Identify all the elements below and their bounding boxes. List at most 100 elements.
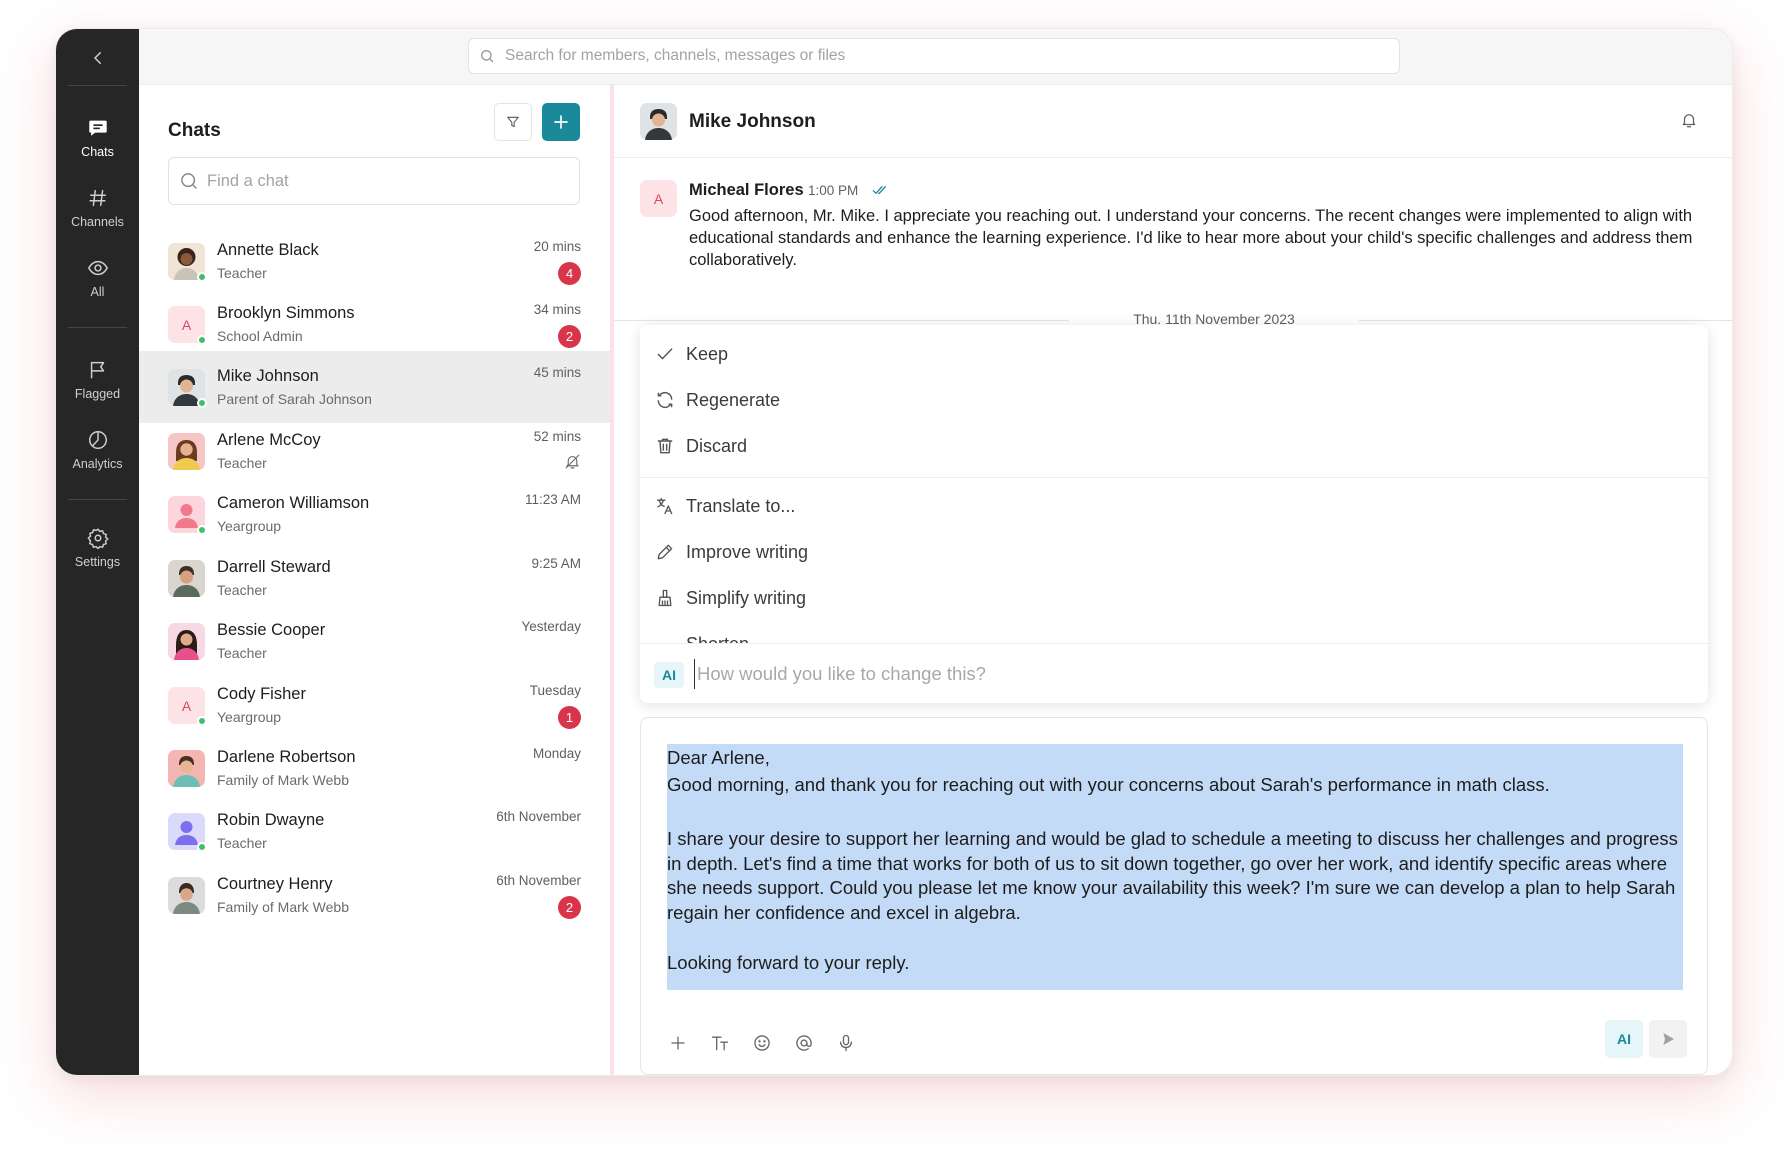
avatar-letter: A — [181, 316, 192, 333]
chat-row-name: Cameron Williamson — [217, 494, 370, 512]
rail-divider — [68, 327, 127, 328]
rail-item-all[interactable]: All — [56, 245, 139, 311]
draft-selection[interactable]: Dear Arlene, Good morning, and thank you… — [667, 744, 1683, 990]
microphone-icon[interactable] — [835, 1032, 857, 1054]
chat-row-time: 11:23 AM — [524, 492, 581, 507]
chat-row[interactable]: A Brooklyn Simmons School Admin 34 mins … — [139, 288, 610, 360]
chat-row-name: Courtney Henry — [217, 875, 333, 893]
rail-item-chats[interactable]: Chats — [56, 105, 139, 171]
chat-row-role: Family of Mark Webb — [217, 772, 349, 788]
chat-row[interactable]: Darlene Robertson Family of Mark Webb Mo… — [139, 732, 610, 804]
chat-row[interactable]: Cameron Williamson Yeargroup 11:23 AM — [139, 478, 610, 550]
double-check-icon — [872, 183, 888, 202]
date-separator-line — [1359, 320, 1732, 321]
draft-line: Looking forward to your reply. — [667, 952, 910, 973]
chat-row-time: 34 mins — [533, 302, 581, 317]
unread-badge: 2 — [558, 325, 581, 348]
chat-row-role: Yeargroup — [217, 709, 282, 725]
online-indicator — [197, 716, 207, 726]
broom-icon — [654, 587, 676, 609]
draft-gap — [667, 798, 1683, 825]
chat-row[interactable]: A Cody Fisher Yeargroup Tuesday 1 — [139, 669, 610, 741]
unread-badge: 4 — [558, 262, 581, 285]
global-search-input[interactable] — [505, 47, 1385, 65]
chevron-left-icon — [93, 51, 101, 64]
translate-icon — [654, 495, 676, 517]
ai-button[interactable]: AI — [1605, 1020, 1643, 1058]
ai-rewrite-menu: Keep Regenerate Discard Translate to... … — [640, 325, 1708, 703]
ai-prompt-input[interactable] — [694, 659, 1674, 689]
pencil-icon — [654, 541, 676, 563]
ai-option-regenerate[interactable]: Regenerate — [640, 377, 1708, 423]
chat-row[interactable]: Bessie Cooper Teacher Yesterday — [139, 605, 610, 677]
chat-row-time: 52 mins — [533, 429, 581, 444]
chat-row-time: Tuesday — [529, 683, 581, 698]
chat-row-name: Cody Fisher — [217, 685, 306, 703]
chat-row-role: Teacher — [217, 582, 267, 598]
chat-row-role: Teacher — [217, 645, 267, 661]
message-avatar: A — [640, 180, 677, 217]
chat-row-time: Yesterday — [521, 619, 581, 634]
plus-icon — [554, 115, 568, 129]
trash-icon — [654, 435, 676, 457]
check-icon — [654, 343, 676, 365]
gear-icon — [86, 528, 109, 549]
ai-option-simplify-writing[interactable]: Simplify writing — [640, 575, 1708, 621]
eye-icon — [87, 260, 108, 276]
rail-item-settings[interactable]: Settings — [56, 515, 139, 581]
find-chat-search[interactable] — [168, 157, 580, 205]
ai-option-label: Regenerate — [686, 390, 781, 410]
rail-label-flagged: Flagged — [74, 387, 121, 401]
rail-item-flagged[interactable]: Flagged — [56, 347, 139, 413]
ai-option-translate[interactable]: Translate to... — [640, 483, 1708, 529]
composer-toolbar — [667, 1032, 857, 1054]
ai-option-improve-writing[interactable]: Improve writing — [640, 529, 1708, 575]
chat-row[interactable]: Darrell Steward Teacher 9:25 AM — [139, 542, 610, 614]
draft-paragraph: I share your desire to support her learn… — [667, 828, 1678, 923]
plus-icon[interactable] — [667, 1032, 689, 1054]
chat-row-name: Bessie Cooper — [217, 621, 326, 639]
avatar — [168, 433, 205, 470]
date-separator-line — [614, 320, 1069, 321]
draft-line: Dear Arlene, — [667, 747, 770, 768]
emoji-icon[interactable] — [751, 1032, 773, 1054]
chat-row-name: Darlene Robertson — [217, 748, 356, 766]
bell-icon[interactable] — [1680, 111, 1698, 134]
search-icon — [181, 173, 198, 190]
send-button[interactable] — [1649, 1020, 1687, 1058]
chat-row-name: Mike Johnson — [217, 367, 319, 385]
ai-option-discard[interactable]: Discard — [640, 423, 1708, 469]
avatar-letter: A — [653, 190, 664, 207]
back-button[interactable] — [56, 29, 139, 86]
rail-item-channels[interactable]: Channels — [56, 175, 139, 241]
global-search[interactable] — [468, 38, 1400, 74]
chat-row-active[interactable]: Mike Johnson Parent of Sarah Johnson 45 … — [139, 351, 610, 423]
chat-row[interactable]: Annette Black Teacher 20 mins 4 — [139, 225, 610, 297]
draft-gap — [667, 925, 1683, 949]
top-bar — [139, 29, 1732, 85]
chat-row[interactable]: Arlene McCoy Teacher 52 mins — [139, 415, 610, 487]
filter-icon — [507, 116, 519, 128]
text-format-icon[interactable] — [709, 1032, 731, 1054]
pie-chart-icon — [88, 431, 107, 449]
chat-row-role: Family of Mark Webb — [217, 899, 349, 915]
mention-icon[interactable] — [793, 1032, 815, 1054]
message-composer[interactable]: Dear Arlene, Good morning, and thank you… — [640, 717, 1708, 1075]
rail-divider — [68, 499, 127, 500]
chat-row-time: 45 mins — [533, 365, 581, 380]
ai-prompt-bar: AI — [640, 643, 1708, 703]
chat-list-panel: Chats Annette Black Teacher 20 mins 4 A … — [139, 85, 610, 1075]
chat-row[interactable]: Courtney Henry Family of Mark Webb 6th N… — [139, 859, 610, 931]
message-time: 1:00 PM — [808, 183, 859, 198]
search-icon — [481, 50, 494, 63]
find-chat-input[interactable] — [207, 171, 547, 191]
rail-label-analytics: Analytics — [72, 457, 123, 471]
filter-button[interactable] — [494, 103, 532, 141]
chat-row[interactable]: Robin Dwayne Teacher 6th November — [139, 795, 610, 867]
ai-option-keep[interactable]: Keep — [640, 331, 1708, 377]
rail-label-chats: Chats — [81, 145, 114, 159]
rail-item-analytics[interactable]: Analytics — [56, 417, 139, 483]
chat-row-time: 9:25 AM — [531, 556, 581, 571]
new-chat-button[interactable] — [542, 103, 580, 141]
chat-row-time: 20 mins — [533, 239, 581, 254]
